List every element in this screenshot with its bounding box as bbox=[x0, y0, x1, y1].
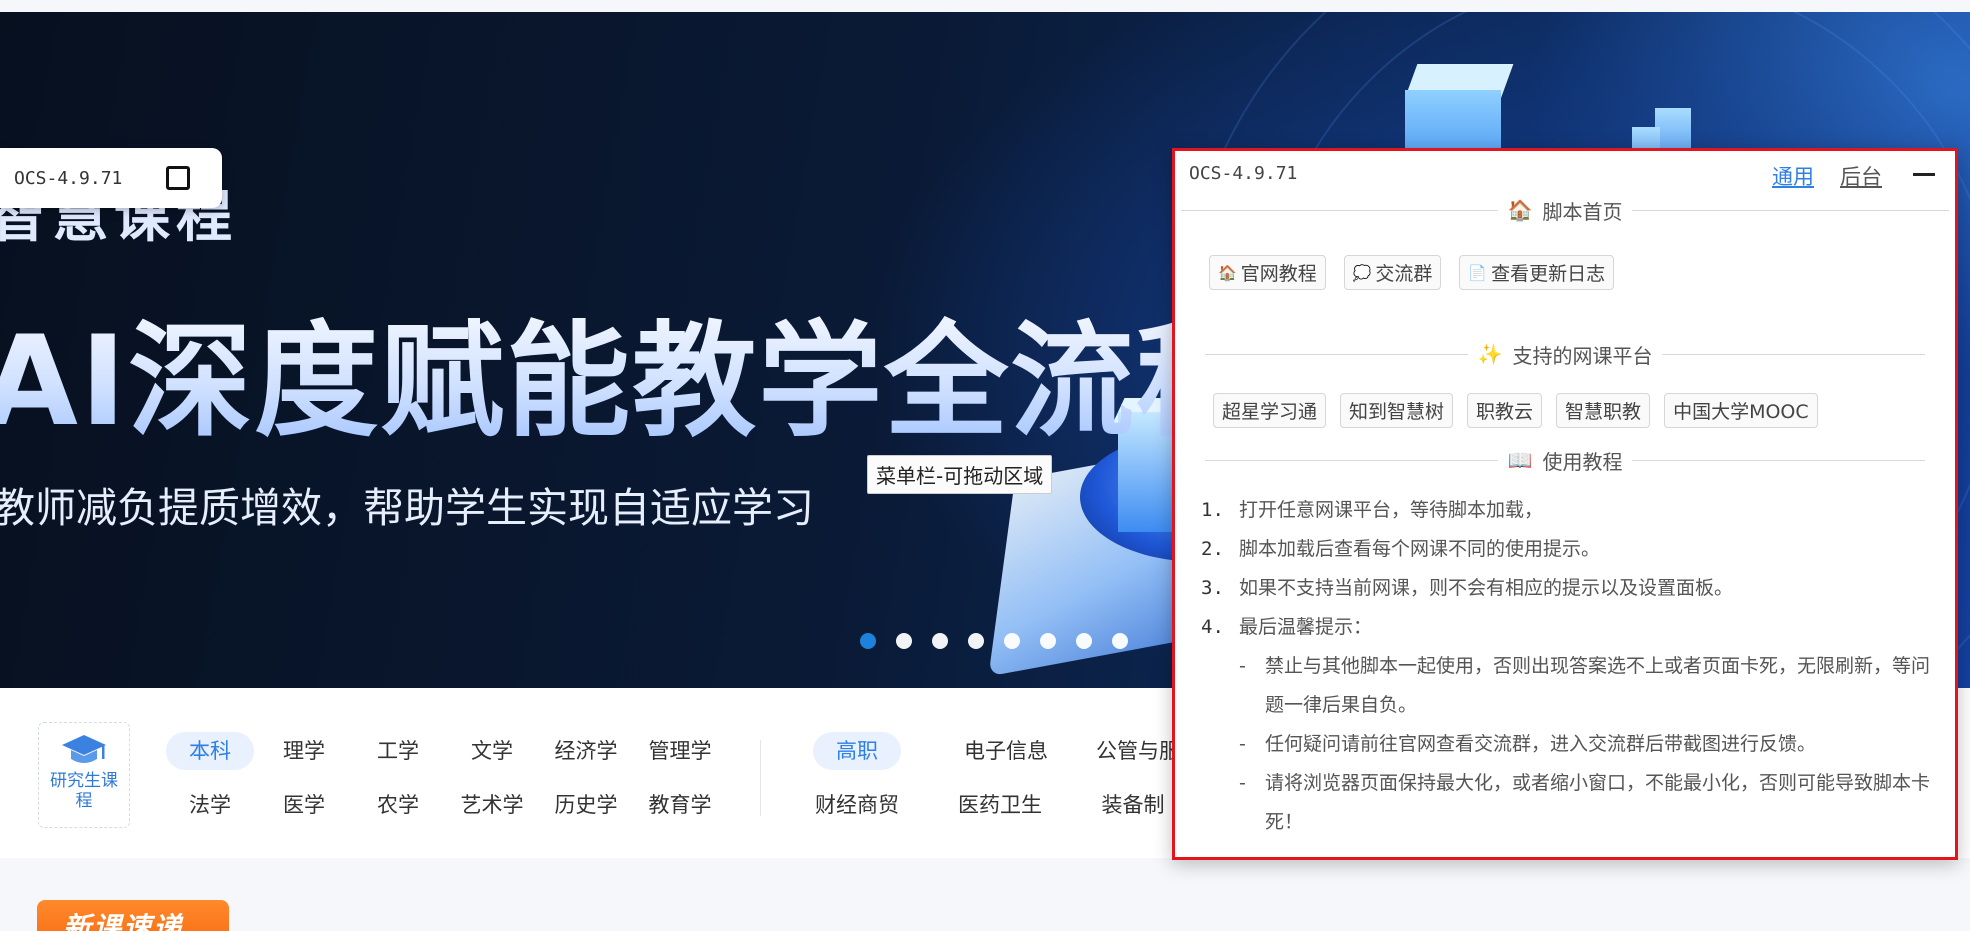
tutorial-tip: - 禁止与其他脚本一起使用，否则出现答案选不上或者页面卡死，无限刷新，等问题一律… bbox=[1239, 655, 1931, 716]
category-item[interactable]: 经济学 bbox=[542, 732, 630, 770]
minimize-icon[interactable] bbox=[1913, 173, 1935, 176]
tab-general[interactable]: 通用 bbox=[1772, 161, 1814, 191]
carousel-dot[interactable] bbox=[1004, 633, 1020, 649]
graduation-cap-icon bbox=[61, 731, 107, 771]
category-item[interactable]: 艺术学 bbox=[448, 786, 536, 824]
category-item[interactable]: 教育学 bbox=[636, 786, 724, 824]
category-item[interactable]: 电子信息 bbox=[956, 732, 1056, 770]
carousel-dots bbox=[860, 633, 1128, 649]
book-icon: 📖 bbox=[1507, 448, 1533, 472]
category-item[interactable]: 医药卫生 bbox=[950, 786, 1050, 824]
document-icon: 📄 bbox=[1468, 263, 1488, 282]
panel-title: OCS-4.9.71 bbox=[1189, 163, 1298, 184]
tutorial-list: 1. 打开任意网课平台，等待脚本加载， 2. 脚本加载后查看每个网课不同的使用提… bbox=[1201, 491, 1931, 842]
chat-bubble-icon: 💭 bbox=[1352, 263, 1372, 282]
sparkles-icon: ✨ bbox=[1477, 342, 1503, 366]
ocs-mini-widget[interactable]: OCS-4.9.71 bbox=[0, 148, 222, 208]
banner-title: AI深度赋能教学全流程 bbox=[0, 280, 1262, 460]
section-tutorial-header: 📖 使用教程 bbox=[1205, 445, 1925, 475]
platform-list: 超星学习通 知到智慧树 职教云 智慧职教 中国大学MOOC bbox=[1213, 393, 1818, 428]
category-item[interactable]: 工学 bbox=[354, 732, 442, 770]
banner-description: 教师减负提质增效，帮助学生实现自适应学习 bbox=[0, 484, 814, 532]
platform-chip: 知到智慧树 bbox=[1340, 393, 1454, 428]
tutorial-tip: - 请将浏览器页面保持最大化，或者缩小窗口，不能最小化，否则可能导致脚本卡死！ bbox=[1239, 772, 1931, 833]
panel-header-drag-area[interactable]: OCS-4.9.71 通用 后台 bbox=[1175, 151, 1955, 195]
category-item[interactable]: 财经商贸 bbox=[807, 786, 907, 824]
category-group-vocational[interactable]: 高职 bbox=[813, 732, 901, 770]
section-tutorial-title: 使用教程 bbox=[1542, 449, 1623, 474]
house-icon: 🏠 bbox=[1507, 198, 1533, 222]
section-platforms-title: 支持的网课平台 bbox=[1512, 343, 1653, 368]
carousel-dot[interactable] bbox=[968, 633, 984, 649]
category-item[interactable]: 历史学 bbox=[542, 786, 630, 824]
house-icon: 🏠 bbox=[1218, 263, 1237, 282]
platform-chip: 中国大学MOOC bbox=[1664, 393, 1818, 428]
tutorial-step: 3. 如果不支持当前网课，则不会有相应的提示以及设置面板。 bbox=[1201, 577, 1734, 599]
category-divider bbox=[760, 740, 761, 816]
category-item[interactable]: 管理学 bbox=[636, 732, 724, 770]
graduate-courses-card[interactable]: 研究生课程 bbox=[38, 722, 130, 828]
section-platforms-header: ✨ 支持的网课平台 bbox=[1205, 339, 1925, 369]
carousel-dot[interactable] bbox=[896, 633, 912, 649]
category-item[interactable]: 理学 bbox=[260, 732, 348, 770]
drag-area-tooltip: 菜单栏-可拖动区域 bbox=[867, 455, 1053, 494]
mini-widget-title: OCS-4.9.71 bbox=[14, 167, 123, 189]
content-background bbox=[0, 858, 1970, 931]
category-item[interactable]: 医学 bbox=[260, 786, 348, 824]
carousel-dot[interactable] bbox=[932, 633, 948, 649]
changelog-button[interactable]: 📄 查看更新日志 bbox=[1459, 255, 1615, 290]
expand-square-icon[interactable] bbox=[166, 166, 190, 190]
category-item[interactable]: 农学 bbox=[354, 786, 442, 824]
carousel-dot[interactable] bbox=[1112, 633, 1128, 649]
carousel-dot[interactable] bbox=[860, 633, 876, 649]
category-group-undergrad[interactable]: 本科 bbox=[166, 732, 254, 770]
platform-chip: 职教云 bbox=[1467, 393, 1543, 428]
category-item[interactable]: 法学 bbox=[166, 786, 254, 824]
official-tutorial-button[interactable]: 🏠 官网教程 bbox=[1209, 255, 1326, 290]
tab-backend[interactable]: 后台 bbox=[1840, 161, 1882, 191]
category-item[interactable]: 装备制 bbox=[1093, 786, 1173, 824]
home-buttons: 🏠 官网教程 💭 交流群 📄 查看更新日志 bbox=[1209, 255, 1615, 290]
graduate-courses-label: 研究生课程 bbox=[50, 771, 118, 811]
section-home-title: 脚本首页 bbox=[1542, 199, 1623, 224]
tutorial-step: 2. 脚本加载后查看每个网课不同的使用提示。 bbox=[1201, 538, 1601, 560]
tutorial-step: 1. 打开任意网课平台，等待脚本加载， bbox=[1201, 499, 1544, 521]
tutorial-step: 4. 最后温馨提示： bbox=[1201, 616, 1373, 638]
new-course-badge: 新课速递 bbox=[37, 900, 229, 931]
carousel-dot[interactable] bbox=[1040, 633, 1056, 649]
carousel-dot[interactable] bbox=[1076, 633, 1092, 649]
platform-chip: 智慧职教 bbox=[1556, 393, 1651, 428]
ocs-script-panel: OCS-4.9.71 通用 后台 🏠 脚本首页 🏠 官网教程 💭 交流群 📄 查… bbox=[1172, 148, 1958, 860]
chat-group-button[interactable]: 💭 交流群 bbox=[1343, 255, 1442, 290]
category-item[interactable]: 文学 bbox=[448, 732, 536, 770]
platform-chip: 超星学习通 bbox=[1213, 393, 1327, 428]
tutorial-tip: - 任何疑问请前往官网查看交流群，进入交流群后带截图进行反馈。 bbox=[1239, 733, 1817, 755]
section-home-header: 🏠 脚本首页 bbox=[1181, 195, 1949, 225]
